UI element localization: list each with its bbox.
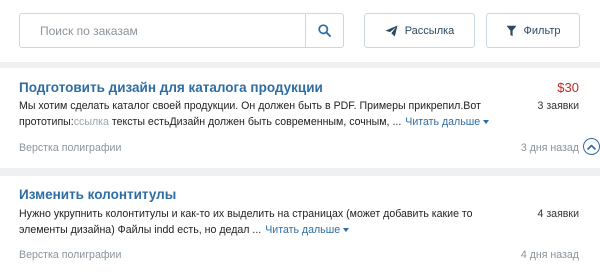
mailing-label: Рассылка bbox=[404, 24, 455, 37]
order-title[interactable]: Подготовить дизайн для каталога продукци… bbox=[19, 80, 323, 95]
caret-down-icon bbox=[343, 228, 350, 233]
order-card: Изменить колонтитулы 4 заявки Нужно укру… bbox=[0, 176, 600, 279]
order-description-line: элементы дизайна) Файлы indd есть, но де… bbox=[19, 222, 464, 238]
search-button[interactable] bbox=[305, 14, 343, 47]
chevron-up-icon bbox=[587, 144, 596, 150]
read-more-link[interactable]: Читать дальше bbox=[265, 224, 350, 236]
mailing-button[interactable]: Рассылка bbox=[364, 13, 475, 48]
order-category[interactable]: Верстка полиграфии bbox=[19, 249, 121, 261]
search-icon bbox=[318, 24, 331, 37]
caret-down-icon bbox=[483, 120, 490, 125]
order-title[interactable]: Изменить колонтитулы bbox=[19, 187, 176, 202]
order-description-line: прототипы:ссылка тексты естьДизайн долже… bbox=[19, 114, 490, 130]
order-category[interactable]: Верстка полиграфии bbox=[19, 142, 121, 154]
search-input[interactable] bbox=[20, 14, 305, 47]
order-time: 3 дня назад bbox=[520, 142, 579, 154]
filter-label: Фильтр bbox=[523, 24, 561, 37]
order-description-text: элементы дизайна) Файлы indd есть, но де… bbox=[19, 224, 262, 236]
order-card: Подготовить дизайн для каталога продукци… bbox=[0, 68, 600, 168]
order-description: Мы хотим сделать каталог своей продукции… bbox=[19, 98, 490, 130]
search-box bbox=[19, 13, 344, 48]
order-description-text: тексты естьДизайн должен быть современны… bbox=[108, 116, 402, 128]
read-more-link[interactable]: Читать дальше bbox=[405, 116, 490, 128]
filter-button[interactable]: Фильтр bbox=[486, 13, 580, 48]
order-description-line: Мы хотим сделать каталог своей продукции… bbox=[19, 100, 481, 112]
paper-plane-icon bbox=[385, 25, 398, 36]
order-description-line: Нужно укрупнить колонтитулы и как-то их … bbox=[19, 208, 473, 220]
order-price: $30 bbox=[557, 80, 579, 95]
order-description-text: прототипы: bbox=[19, 116, 74, 128]
toolbar: Рассылка Фильтр bbox=[0, 0, 600, 62]
order-description: Нужно укрупнить колонтитулы и как-то их … bbox=[19, 206, 473, 238]
read-more-label: Читать дальше bbox=[405, 116, 481, 128]
attachment-link[interactable]: ссылка bbox=[74, 116, 109, 128]
order-time: 4 дня назад bbox=[520, 249, 579, 261]
order-bids-count: 4 заявки bbox=[537, 208, 579, 220]
funnel-icon bbox=[506, 25, 517, 36]
scroll-up-button[interactable] bbox=[583, 138, 600, 155]
order-bids-count: 3 заявки bbox=[537, 100, 579, 112]
read-more-label: Читать дальше bbox=[265, 224, 341, 236]
